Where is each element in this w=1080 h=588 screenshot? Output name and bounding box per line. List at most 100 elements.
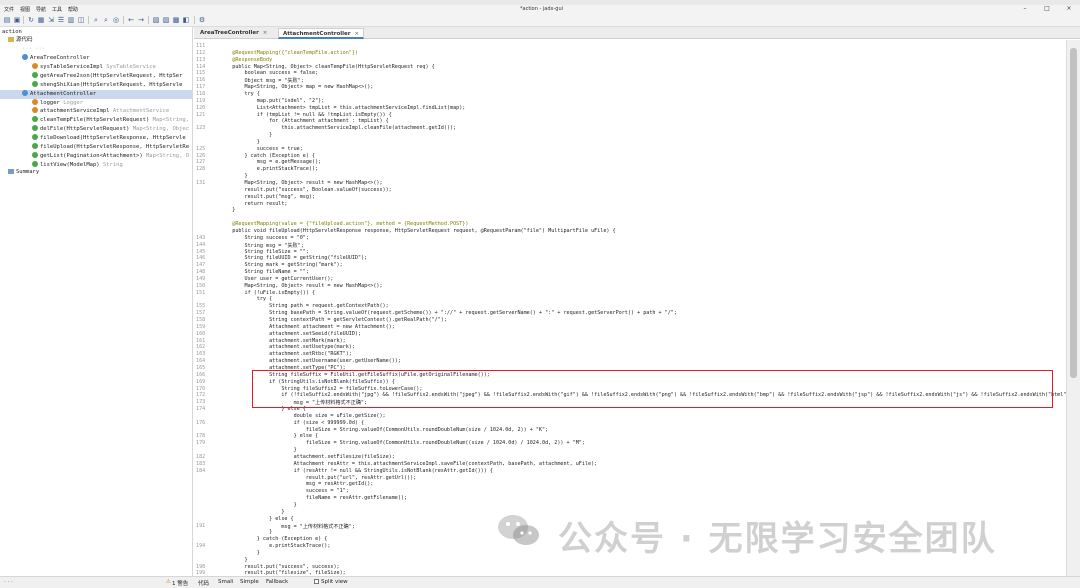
find-class-icon[interactable]: ⌕ [102,16,110,24]
tree-method-node[interactable]: listView(ModelMap) String [32,160,123,170]
line-number: 161 [196,337,206,344]
tree-node-signature: Map<String, [152,117,190,124]
back-icon[interactable]: ← [127,16,135,24]
line-number: 123 [196,125,206,132]
tree-field-node[interactable]: logger Logger [32,98,83,108]
code-editor[interactable]: 111 112 @RequestMapping({"cleanTempFile.a… [194,40,1066,576]
close-tab-icon[interactable]: × [263,30,268,36]
highlight-box [252,370,1053,408]
checkbox-icon[interactable] [314,579,319,584]
tree-node-label: AttachmentController [30,90,97,97]
tree-node-label: shengShiXian(HttpServletRequest, HttpSer… [40,81,183,88]
export-icon[interactable]: ⇲ [47,16,55,24]
code-line: attachment.setMark(mark); [220,337,346,344]
forward-icon[interactable]: → [137,16,145,24]
window-title: *action - jadx-gui [520,6,563,12]
close-tab-icon[interactable]: × [354,31,359,37]
save-all-icon[interactable]: ▦ [37,16,45,24]
tree-method-node[interactable]: cleanTempFile(HttpServletRequest) Map<St… [32,116,189,125]
save-icon[interactable]: ▣ [13,16,21,24]
tree-node-label: logger [40,99,60,106]
decompile-icon[interactable]: ◧ [182,16,190,24]
tree-node-label: cleanTempFile(HttpServletRequest) [40,117,150,124]
split-view-toggle[interactable]: Split view [314,579,348,585]
view-code[interactable]: 代码 [198,579,209,587]
watermark: 公众号 · 无限学习安全团队 [494,508,1054,559]
minimize-icon[interactable]: – [1014,5,1036,13]
tree-node-signature: Map<String, Objec [132,126,190,133]
deobfuscation-icon[interactable]: ▧ [152,16,160,24]
open-folder-icon[interactable]: ▤ [3,16,11,24]
tree-source-code[interactable]: 源代码 [8,36,33,45]
code-line: } [220,529,273,536]
line-number: 174 [196,406,206,413]
tree-method-node[interactable]: fileDownload(HttpServletResponse, HttpSe… [32,134,186,143]
tree-node-label: getAreaTree2son(HttpServletRequest, Http… [40,72,183,79]
code-line: msg = e.getMessage(); [220,159,322,166]
code-line: String fileUUID = getString("fileUUID"); [220,255,368,262]
tree-field-node[interactable]: sysTableServiceImpl SysTableService [32,62,156,72]
flat-packages-icon[interactable]: ▥ [67,16,75,24]
line-number: 170 [196,385,206,392]
field-icon [32,62,38,69]
tree-icon[interactable]: ◫ [77,16,85,24]
tree-node-label: delFile(HttpServletRequest) [40,126,130,133]
menu-tools[interactable]: 工具 [52,6,62,13]
code-line: attachment.setUsername(user.getUserName(… [220,358,401,365]
maximize-icon[interactable]: □ [1036,5,1058,13]
menu-file[interactable]: 文件 [4,6,14,13]
settings-icon[interactable]: ⚙ [198,16,206,24]
line-number: 115 [196,70,206,77]
rename-icon[interactable]: ▩ [172,16,180,24]
tree-method-node[interactable]: delFile(HttpServletRequest) Map<String, … [32,125,189,134]
line-number: 157 [196,310,206,317]
code-line: result.put("success", Boolean.valueOf(su… [220,186,392,193]
code-line: fileName = resAttr.getFilename(); [220,495,408,502]
scrollbar-thumb[interactable] [1070,48,1077,378]
close-icon[interactable]: × [1058,5,1080,13]
search-icon[interactable]: ⌕ [92,16,100,24]
tree-method-node[interactable]: shengShiXian(HttpServletRequest, HttpSer… [32,80,183,90]
tree-method-node[interactable]: fileUpload(HttpServletResponse, HttpServ… [32,143,189,152]
code-line: result.put("url", resAttr.getUrl()); [220,474,417,481]
code-line: } [220,207,236,214]
line-number: 165 [196,364,206,371]
method-icon [32,80,38,87]
line-number: 112 [196,49,206,56]
code-line: List<Attachment> tmpList = this.attachme… [220,104,466,111]
field-icon [32,98,38,105]
line-number: 179 [196,440,206,447]
warning-count[interactable]: 1 警告 [172,579,188,587]
warning-icon[interactable]: ⚠ [166,579,171,585]
tree-method-node[interactable]: getList(Pagination<Attachment>) Map<Stri… [32,151,189,161]
vertical-scrollbar[interactable] [1066,40,1080,576]
find-usage-icon[interactable]: ◎ [112,16,120,24]
code-line: fileSize = String.valueOf(CommonUtils.ro… [220,426,549,433]
menu-nav[interactable]: 导航 [36,6,46,13]
menu-view[interactable]: 视图 [20,6,30,13]
line-number: 116 [196,77,206,84]
tab-area-tree-controller[interactable]: AreaTreeController × [196,28,271,39]
menu-help[interactable]: 帮助 [68,6,78,13]
method-icon [32,71,38,78]
line-number: 117 [196,84,206,91]
code-line: String mark = getString("mark"); [220,262,343,269]
line-number: 162 [196,344,206,351]
view-fallback[interactable]: Fallback [266,579,288,585]
view-smali[interactable]: Smali [218,579,233,585]
tree-class-node[interactable]: AreaTreeController [22,54,90,63]
tree-field-node[interactable]: attachmentServiceImpl AttachmentService [32,107,169,116]
tree-package-blurred[interactable]: ··· ··· [22,45,82,54]
code-line: Map<String, Object> result = new HashMap… [220,180,383,186]
code-line: @RequestMapping(value = {"fileUpload.act… [220,221,469,228]
sync-icon[interactable]: ↻ [27,16,35,24]
tab-attachment-controller[interactable]: AttachmentController × [278,28,365,39]
tree-class-node[interactable]: AttachmentController [0,89,192,99]
tree-summary[interactable]: Summary [8,168,39,177]
watermark-text: 公众号 · 无限学习安全团队 [558,519,997,559]
log-icon[interactable]: ▨ [162,16,170,24]
tree-method-node[interactable]: getAreaTree2son(HttpServletRequest, Http… [32,71,183,81]
code-line: try { [220,90,260,97]
preferences-icon[interactable]: ☰ [57,16,65,24]
view-simple[interactable]: Simple [240,579,259,585]
